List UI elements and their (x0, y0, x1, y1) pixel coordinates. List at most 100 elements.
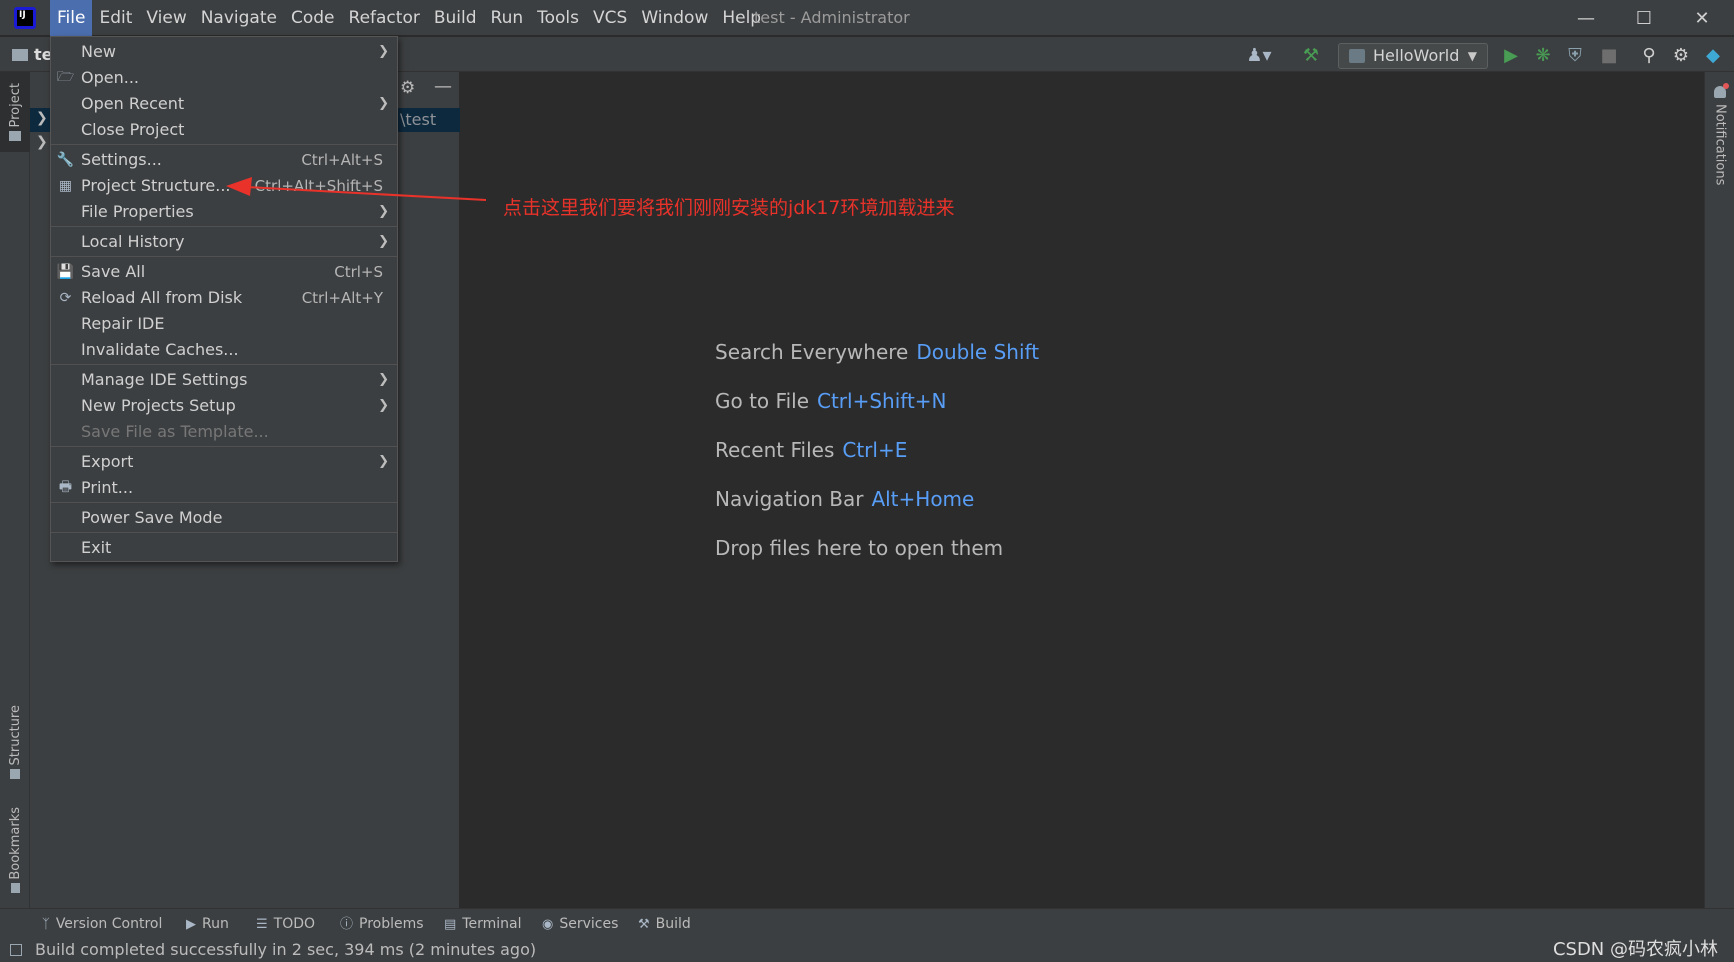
tool-label: TODO (273, 916, 316, 932)
wrench-icon: 🔧 (56, 152, 75, 168)
services-icon: ◉ (542, 917, 554, 932)
menu-item-settings[interactable]: 🔧 Settings... Ctrl+Alt+S (51, 147, 397, 173)
hide-pane-icon[interactable]: — (434, 76, 452, 97)
menu-item-manage-ide-settings[interactable]: Manage IDE Settings ❯ (51, 367, 397, 393)
tab-bookmarks[interactable]: Bookmarks (0, 800, 30, 900)
menu-edit[interactable]: Edit (92, 0, 139, 36)
run-config-dropdown[interactable]: HelloWorld ▼ (1338, 43, 1488, 69)
menu-item-label: Print... (81, 478, 134, 497)
tool-label: Terminal (462, 916, 522, 932)
menu-item-label: Invalidate Caches... (81, 340, 239, 359)
menu-refactor[interactable]: Refactor (342, 0, 427, 36)
tool-build[interactable]: ⚒ Build (638, 909, 691, 940)
status-message: Build completed successfully in 2 sec, 3… (35, 940, 537, 959)
menu-item-new-projects-setup[interactable]: New Projects Setup ❯ (51, 393, 397, 419)
menu-item-project-structure[interactable]: ▦ Project Structure... Ctrl+Alt+Shift+S (51, 173, 397, 199)
hint-go-to-file: Go to File Ctrl+Shift+N (715, 389, 947, 413)
run-icon[interactable]: ▶ (1500, 44, 1522, 66)
search-icon[interactable]: ⚲ (1638, 44, 1660, 66)
hint-search-everywhere: Search Everywhere Double Shift (715, 340, 1039, 364)
run-config-label: HelloWorld (1373, 46, 1460, 65)
status-window-icon[interactable] (10, 944, 22, 956)
folder-open-icon: 🗁 (56, 69, 75, 85)
menu-item-open[interactable]: 🗁 Open... (51, 65, 397, 91)
menu-item-save-all[interactable]: 💾 Save All Ctrl+S (51, 259, 397, 285)
close-window-button[interactable]: ✕ (1674, 0, 1730, 36)
menu-separator (51, 364, 397, 365)
intellij-logo-icon (14, 7, 36, 29)
menu-item-invalidate-caches[interactable]: Invalidate Caches... (51, 337, 397, 363)
reload-icon: ⟳ (59, 290, 72, 306)
file-menu-popup: New ❯ 🗁 Open... Open Recent ❯ Close Project… (50, 36, 398, 562)
tab-structure[interactable]: Structure (0, 692, 30, 792)
build-hammer-icon[interactable]: ⚒ (1300, 44, 1322, 66)
chevron-right-icon: ❯ (378, 44, 389, 59)
bell-icon (1714, 83, 1729, 98)
menu-item-local-history[interactable]: Local History ❯ (51, 229, 397, 255)
menu-item-new[interactable]: New ❯ (51, 39, 397, 65)
menu-item-exit[interactable]: Exit (51, 535, 397, 561)
menu-item-label: Save File as Template... (81, 422, 269, 441)
menu-build[interactable]: Build (427, 0, 484, 36)
menu-run[interactable]: Run (484, 0, 531, 36)
user-icon[interactable]: ♟▾ (1246, 44, 1271, 66)
menu-item-label: Power Save Mode (81, 508, 223, 527)
chevron-right-icon: ❯ (378, 398, 389, 413)
info-icon: ⓘ (340, 917, 354, 932)
menu-item-label: New (81, 42, 116, 61)
gear-icon[interactable]: ⚙ (1670, 44, 1692, 66)
hint-recent-files: Recent Files Ctrl+E (715, 438, 907, 462)
run-icon: ▶ (186, 917, 196, 932)
menu-item-shortcut: Ctrl+Alt+Y (301, 289, 383, 307)
menu-item-label: Exit (81, 538, 112, 557)
tool-run[interactable]: ▶ Run (186, 909, 229, 940)
watermark: CSDN @码农疯小林 (1552, 939, 1718, 960)
chevron-right-icon[interactable]: ❯ (36, 110, 48, 126)
tool-services[interactable]: ◉ Services (542, 909, 618, 940)
tab-notifications[interactable]: Notifications (1705, 83, 1734, 186)
menu-item-file-properties[interactable]: File Properties ❯ (51, 199, 397, 225)
chevron-right-icon[interactable]: ❯ (36, 134, 48, 150)
minimize-button[interactable]: — (1558, 0, 1614, 36)
menu-tools[interactable]: Tools (530, 0, 586, 36)
tool-label: Build (655, 916, 691, 932)
menu-item-power-save-mode[interactable]: Power Save Mode (51, 505, 397, 531)
pane-settings-gear-icon[interactable]: ⚙ (400, 78, 415, 98)
structure-icon (10, 769, 20, 780)
menu-view[interactable]: View (139, 0, 193, 36)
hammer-icon: ⚒ (638, 917, 650, 932)
menu-code[interactable]: Code (284, 0, 342, 36)
menu-item-open-recent[interactable]: Open Recent ❯ (51, 91, 397, 117)
tool-version-control[interactable]: ᛉ Version Control (42, 909, 162, 940)
menu-item-repair-ide[interactable]: Repair IDE (51, 311, 397, 337)
tab-project[interactable]: Project (0, 72, 30, 152)
debug-icon[interactable]: ❋ (1532, 44, 1554, 66)
hint-shortcut: Ctrl+E (842, 438, 908, 462)
folder-icon (9, 131, 21, 142)
menu-item-reload-all[interactable]: ⟳ Reload All from Disk Ctrl+Alt+Y (51, 285, 397, 311)
folder-icon (12, 49, 28, 61)
tool-terminal[interactable]: ▤ Terminal (444, 909, 521, 940)
tool-todo[interactable]: ☰ TODO (256, 909, 315, 940)
menu-separator (51, 532, 397, 533)
stop-icon[interactable]: ■ (1598, 44, 1620, 66)
menu-item-label: Close Project (81, 120, 185, 139)
coverage-icon[interactable]: ⛨ (1564, 44, 1586, 66)
tab-notifications-label: Notifications (1712, 104, 1728, 186)
menu-item-print[interactable]: 🖶 Print... (51, 475, 397, 501)
menu-item-export[interactable]: Export ❯ (51, 449, 397, 475)
main-menu: File Edit View Navigate Code Refactor Bu… (50, 0, 768, 36)
menu-item-close-project[interactable]: Close Project (51, 117, 397, 143)
plugin-icon[interactable]: ◆ (1702, 44, 1724, 66)
menu-navigate[interactable]: Navigate (194, 0, 284, 36)
menu-item-label: Project Structure... (81, 176, 231, 195)
hint-navigation-bar: Navigation Bar Alt+Home (715, 487, 974, 511)
menu-window[interactable]: Window (634, 0, 715, 36)
tab-bookmarks-label: Bookmarks (7, 806, 23, 880)
project-breadcrumb[interactable]: te (12, 45, 53, 64)
tool-problems[interactable]: ⓘ Problems (340, 909, 424, 940)
menu-file[interactable]: File (50, 0, 93, 36)
chevron-right-icon: ❯ (378, 96, 389, 111)
menu-vcs[interactable]: VCS (586, 0, 634, 36)
maximize-button[interactable]: ☐ (1616, 0, 1672, 36)
